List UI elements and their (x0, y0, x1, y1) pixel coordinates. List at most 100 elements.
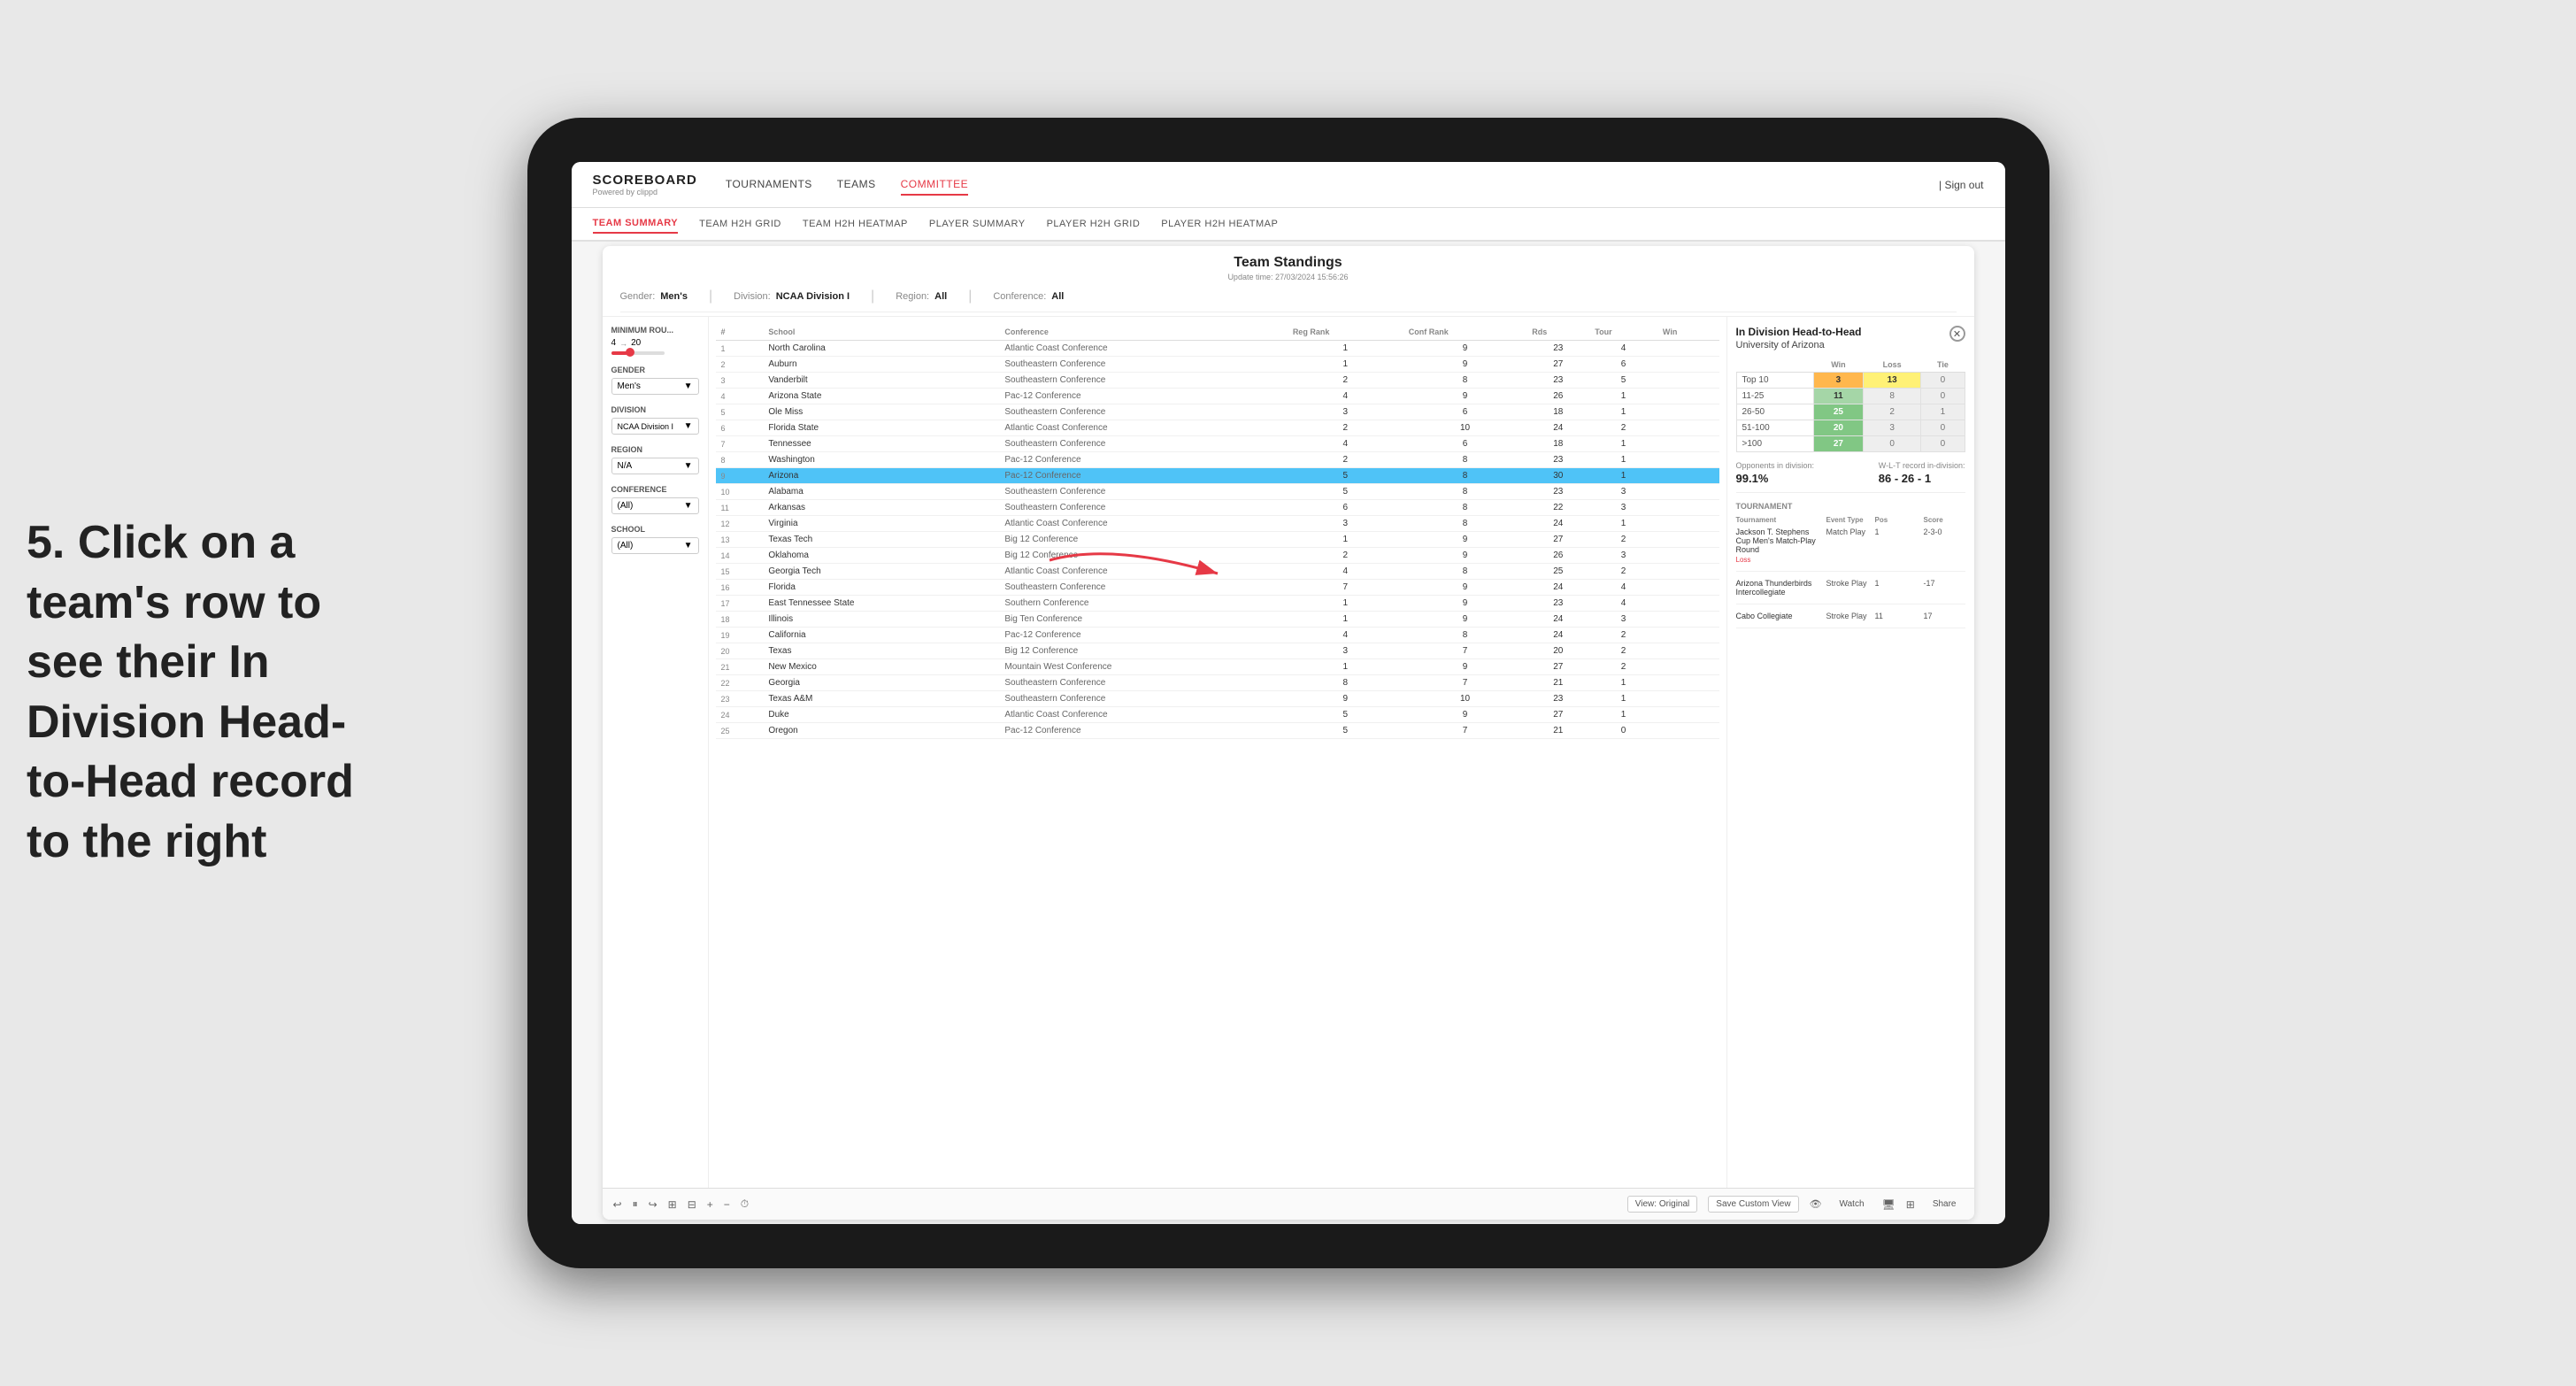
table-row[interactable]: 9 Arizona Pac-12 Conference 5 8 30 1 (716, 468, 1719, 484)
table-row[interactable]: 21 New Mexico Mountain West Conference 1… (716, 659, 1719, 675)
cell-conf-rank: 8 (1403, 452, 1526, 468)
cell-rds: 26 (1526, 389, 1589, 404)
division-select[interactable]: NCAA Division I ▼ (611, 418, 699, 435)
table-row[interactable]: 17 East Tennessee State Southern Confere… (716, 596, 1719, 612)
table-row[interactable]: 18 Illinois Big Ten Conference 1 9 24 3 (716, 612, 1719, 628)
h2h-stats: Opponents in division: 99.1% W-L-T recor… (1736, 461, 1965, 493)
share-button[interactable]: Share (1926, 1197, 1964, 1212)
sub-nav-player-h2h-grid[interactable]: PLAYER H2H GRID (1047, 215, 1141, 233)
app-body: Minimum Rou... 4 → 20 (603, 317, 1974, 1188)
table-row[interactable]: 25 Oregon Pac-12 Conference 5 7 21 0 (716, 723, 1719, 739)
cell-rds: 20 (1526, 643, 1589, 659)
cell-rank: 24 (716, 707, 764, 723)
view-original-button[interactable]: View: Original (1627, 1196, 1698, 1213)
table-row[interactable]: 6 Florida State Atlantic Coast Conferenc… (716, 420, 1719, 436)
gender-select-value: Men's (618, 381, 641, 391)
cell-reg-rank: 4 (1288, 628, 1403, 643)
table-row[interactable]: 10 Alabama Southeastern Conference 5 8 2… (716, 484, 1719, 500)
h2h-tie: 0 (1921, 373, 1965, 389)
logo-subtitle: Powered by clippd (593, 188, 697, 196)
h2h-team: University of Arizona (1736, 340, 1862, 350)
table-row[interactable]: 16 Florida Southeastern Conference 7 9 2… (716, 580, 1719, 596)
h2h-panel: In Division Head-to-Head University of A… (1726, 317, 1974, 1188)
h2h-win: 11 (1813, 389, 1863, 404)
nav-sign-out[interactable]: | Sign out (1939, 179, 1984, 191)
logo-title: SCOREBOARD (593, 173, 697, 188)
clock-icon[interactable]: ⏱ (741, 1197, 749, 1211)
h2h-title: In Division Head-to-Head (1736, 326, 1862, 338)
conference-select[interactable]: (All) ▼ (611, 497, 699, 514)
cell-conference: Big 12 Conference (999, 548, 1287, 564)
table-row[interactable]: 3 Vanderbilt Southeastern Conference 2 8… (716, 373, 1719, 389)
sub-nav-team-h2h-grid[interactable]: TEAM H2H GRID (699, 215, 781, 233)
table-row[interactable]: 11 Arkansas Southeastern Conference 6 8 … (716, 500, 1719, 516)
table-row[interactable]: 20 Texas Big 12 Conference 3 7 20 2 (716, 643, 1719, 659)
undo-icon[interactable]: ↩ (613, 1198, 622, 1211)
school-select[interactable]: (All) ▼ (611, 537, 699, 554)
h2h-header: In Division Head-to-Head University of A… (1736, 326, 1965, 350)
cell-conf-rank: 8 (1403, 484, 1526, 500)
cell-tour: 3 (1589, 548, 1657, 564)
table-row[interactable]: 5 Ole Miss Southeastern Conference 3 6 1… (716, 404, 1719, 420)
paste-icon[interactable]: ⊟ (688, 1198, 696, 1211)
watch-button[interactable]: Watch (1833, 1197, 1872, 1212)
cell-school: Duke (763, 707, 999, 723)
gender-select[interactable]: Men's ▼ (611, 378, 699, 395)
col-conference: Conference (999, 324, 1287, 341)
table-row[interactable]: 19 California Pac-12 Conference 4 8 24 2 (716, 628, 1719, 643)
close-button[interactable]: ✕ (1949, 326, 1965, 342)
table-row[interactable]: 23 Texas A&M Southeastern Conference 9 1… (716, 691, 1719, 707)
sub-nav-player-summary[interactable]: PLAYER SUMMARY (929, 215, 1026, 233)
min-rounds-slider[interactable] (611, 351, 665, 355)
cell-reg-rank: 6 (1288, 500, 1403, 516)
table-row[interactable]: 4 Arizona State Pac-12 Conference 4 9 26… (716, 389, 1719, 404)
cell-conf-rank: 9 (1403, 707, 1526, 723)
table-row[interactable]: 1 North Carolina Atlantic Coast Conferen… (716, 341, 1719, 357)
screen-icon[interactable]: 🖥 (1882, 1198, 1895, 1211)
region-filter-group: Region N/A ▼ (611, 445, 699, 474)
cell-rank: 9 (716, 468, 764, 484)
cell-conf-rank: 9 (1403, 659, 1526, 675)
table-row[interactable]: 14 Oklahoma Big 12 Conference 2 9 26 3 (716, 548, 1719, 564)
nav-tournaments[interactable]: TOURNAMENTS (726, 174, 812, 196)
sub-nav-team-summary[interactable]: TEAM SUMMARY (593, 214, 679, 234)
table-row[interactable]: 22 Georgia Southeastern Conference 8 7 2… (716, 675, 1719, 691)
cell-rds: 24 (1526, 628, 1589, 643)
h2h-row: 51-100 20 3 0 (1736, 420, 1965, 436)
region-select[interactable]: N/A ▼ (611, 458, 699, 474)
sub-nav-team-h2h-heatmap[interactable]: TEAM H2H HEATMAP (803, 215, 908, 233)
grid-icon[interactable]: ⊞ (1906, 1198, 1915, 1211)
cell-win (1657, 468, 1719, 484)
min-rounds-max: 20 (631, 338, 641, 348)
cell-conference: Big Ten Conference (999, 612, 1287, 628)
save-custom-view-button[interactable]: Save Custom View (1708, 1196, 1798, 1213)
table-row[interactable]: 12 Virginia Atlantic Coast Conference 3 … (716, 516, 1719, 532)
chevron-down-icon-3: ▼ (684, 461, 693, 471)
cell-rank: 20 (716, 643, 764, 659)
plus-icon[interactable]: + (707, 1198, 713, 1211)
pause-icon[interactable]: ⏸ (633, 1197, 638, 1211)
region-select-value: N/A (618, 461, 633, 471)
cell-win (1657, 596, 1719, 612)
copy-icon[interactable]: ⊞ (668, 1198, 677, 1211)
tablet-device: SCOREBOARD Powered by clippd TOURNAMENTS… (527, 118, 2049, 1268)
nav-committee[interactable]: COMMITTEE (901, 174, 969, 196)
table-row[interactable]: 2 Auburn Southeastern Conference 1 9 27 … (716, 357, 1719, 373)
redo-icon[interactable]: ↪ (649, 1198, 657, 1211)
nav-teams[interactable]: TEAMS (837, 174, 876, 196)
minus-icon[interactable]: − (724, 1198, 730, 1211)
cell-conference: Mountain West Conference (999, 659, 1287, 675)
table-row[interactable]: 8 Washington Pac-12 Conference 2 8 23 1 (716, 452, 1719, 468)
cell-rds: 23 (1526, 596, 1589, 612)
cell-tour: 1 (1589, 468, 1657, 484)
cell-rank: 8 (716, 452, 764, 468)
conference-select-value: (All) (618, 501, 634, 511)
table-row[interactable]: 7 Tennessee Southeastern Conference 4 6 … (716, 436, 1719, 452)
cell-conf-rank: 9 (1403, 612, 1526, 628)
table-row[interactable]: 15 Georgia Tech Atlantic Coast Conferenc… (716, 564, 1719, 580)
table-row[interactable]: 24 Duke Atlantic Coast Conference 5 9 27… (716, 707, 1719, 723)
wlt-label: W-L-T record in-division: (1879, 461, 1965, 470)
table-row[interactable]: 13 Texas Tech Big 12 Conference 1 9 27 2 (716, 532, 1719, 548)
sub-nav-player-h2h-heatmap[interactable]: PLAYER H2H HEATMAP (1161, 215, 1278, 233)
sidebar-filters: Minimum Rou... 4 → 20 (603, 317, 709, 1188)
